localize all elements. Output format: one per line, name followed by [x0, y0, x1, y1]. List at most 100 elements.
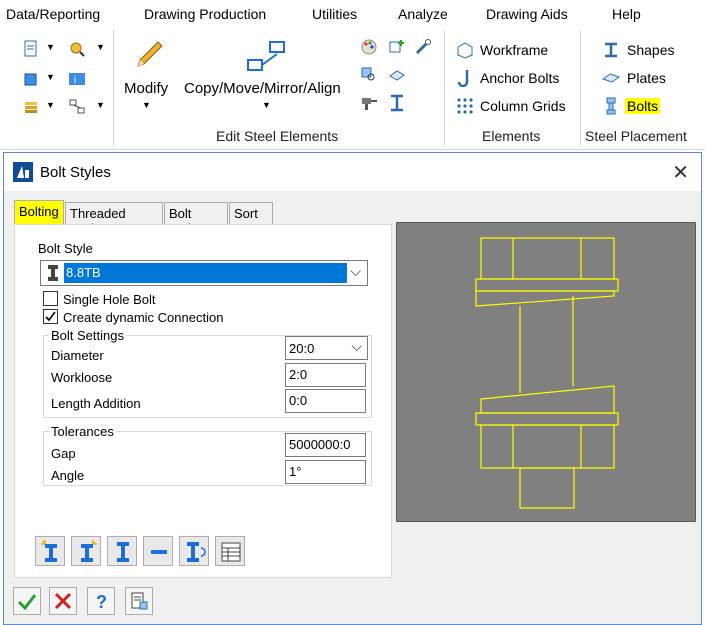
table-button[interactable] — [215, 536, 245, 566]
plates-button[interactable]: Plates — [627, 70, 666, 86]
document-export-icon — [131, 592, 148, 610]
info-icon[interactable]: i — [68, 70, 86, 88]
document-icon[interactable] — [22, 40, 40, 58]
shapes-button[interactable]: Shapes — [627, 42, 674, 58]
minus-icon — [151, 550, 167, 554]
column-grids-button[interactable]: Column Grids — [480, 98, 566, 114]
menu-drawing-aids[interactable]: Drawing Aids — [486, 6, 568, 22]
modify-button[interactable]: Modify — [124, 80, 168, 97]
angle-label: Angle — [51, 468, 85, 483]
menu-drawing-production[interactable]: Drawing Production — [144, 6, 266, 22]
gap-label: Gap — [51, 446, 76, 461]
help-button[interactable]: ? — [87, 587, 115, 615]
workframe-button[interactable]: Workframe — [480, 42, 548, 58]
drill-icon[interactable] — [360, 94, 378, 112]
copy-move-mirror-align-button[interactable]: Copy/Move/Mirror/Align — [184, 80, 341, 97]
bolt-settings-title: Bolt Settings — [49, 328, 126, 343]
rotate-bolt-icon — [187, 542, 206, 562]
help-icon: ? — [96, 592, 107, 611]
pencil-icon[interactable] — [130, 38, 166, 74]
bolt-style-value: 8.8TB — [64, 263, 347, 283]
column-grid-icon — [457, 98, 473, 114]
cube-icon[interactable] — [22, 70, 40, 88]
diameter-select[interactable]: 20:0 ⌵ — [285, 336, 368, 360]
search-icon[interactable] — [68, 40, 86, 58]
dynamic-connection-checkbox[interactable] — [43, 309, 58, 324]
delete-bolt-style-button[interactable] — [143, 536, 173, 566]
bolt-style-select[interactable]: 8.8TB ⌵ — [40, 260, 368, 286]
menu-utilities[interactable]: Utilities — [312, 6, 357, 22]
hierarchy-icon[interactable] — [68, 98, 86, 116]
tab-threaded-rods[interactable]: Threaded Rods — [65, 202, 163, 236]
new-bolt-icon — [41, 540, 57, 562]
tab-sort[interactable]: Sort — [229, 202, 273, 224]
diameter-label: Diameter — [51, 348, 104, 363]
dropdown-arrow-icon[interactable]: ▼ — [46, 100, 55, 110]
menu-analyze[interactable]: Analyze — [398, 6, 448, 22]
bolt-preview — [396, 222, 696, 522]
export-button[interactable] — [125, 587, 153, 615]
steel-placement-group: Steel Placement — [585, 128, 687, 144]
copy-bolt-style-button[interactable] — [71, 536, 101, 566]
edit-steel-elements-group: Edit Steel Elements — [216, 128, 339, 144]
dropdown-arrow-icon[interactable]: ▼ — [142, 100, 151, 110]
copy-bolt-icon — [81, 540, 97, 562]
ribbon: ▼ ▼ ▼ ▼ i ▼ Modify ▼ Copy/Move/Mirror/Al… — [0, 28, 705, 150]
bolt-style-label: Bolt Style — [38, 241, 93, 256]
tolerances-title: Tolerances — [49, 424, 116, 439]
add-element-icon[interactable] — [388, 38, 406, 56]
length-addition-label: Length Addition — [51, 396, 141, 411]
palette-icon[interactable] — [360, 38, 378, 56]
workloose-input[interactable]: 2:0 — [285, 363, 366, 387]
checkmark-icon — [45, 311, 56, 322]
angle-input[interactable]: 1° — [285, 460, 366, 484]
bolt-preview-drawing — [475, 237, 619, 509]
anchor-bolt-icon — [457, 70, 469, 87]
chevron-down-icon[interactable]: ⌵ — [351, 338, 362, 355]
menu-help[interactable]: Help — [612, 6, 641, 22]
dropdown-arrow-icon[interactable]: ▼ — [96, 42, 105, 52]
tab-bolting[interactable]: Bolting — [14, 200, 64, 225]
chevron-down-icon[interactable]: ⌵ — [350, 263, 361, 280]
bolting-panel: Bolt Style 8.8TB ⌵ Single Hole Bolt Crea… — [14, 224, 392, 578]
new-bolt-style-button[interactable] — [35, 536, 65, 566]
layers-icon[interactable] — [22, 98, 40, 116]
cancel-icon — [54, 592, 72, 610]
rotate-bolt-button[interactable] — [179, 536, 209, 566]
dropdown-arrow-icon[interactable]: ▼ — [262, 100, 271, 110]
edit-bolt-style-button[interactable] — [107, 536, 137, 566]
workframe-icon — [457, 42, 473, 59]
single-hole-checkbox[interactable] — [43, 291, 58, 306]
app-logo-icon — [13, 162, 33, 182]
cancel-button[interactable] — [49, 587, 77, 615]
menu-data-reporting[interactable]: Data/Reporting — [6, 6, 100, 22]
workloose-label: Workloose — [51, 370, 113, 385]
dialog-titlebar[interactable]: Bolt Styles ✕ — [4, 153, 701, 191]
gap-input[interactable]: 5000000:0 — [285, 433, 366, 457]
dropdown-arrow-icon[interactable]: ▼ — [96, 100, 105, 110]
copy-move-icon[interactable] — [244, 40, 288, 74]
dynamic-connection-label: Create dynamic Connection — [63, 310, 224, 325]
ok-button[interactable] — [13, 587, 41, 615]
plate-icon[interactable] — [388, 66, 406, 84]
tab-bolt-style[interactable]: Bolt Style — [164, 202, 228, 236]
anchor-bolts-button[interactable]: Anchor Bolts — [480, 70, 559, 86]
inspect-icon[interactable] — [360, 66, 378, 84]
bolts-button[interactable]: Bolts — [625, 98, 661, 114]
close-icon[interactable]: ✕ — [672, 160, 689, 185]
dropdown-arrow-icon[interactable]: ▼ — [46, 72, 55, 82]
table-icon — [221, 542, 241, 562]
single-hole-label: Single Hole Bolt — [63, 292, 156, 307]
svg-text:?: ? — [96, 592, 107, 611]
length-addition-input[interactable]: 0:0 — [285, 389, 366, 413]
elements-group: Elements — [482, 128, 541, 144]
shapes-icon — [605, 42, 617, 58]
dropdown-arrow-icon[interactable]: ▼ — [46, 42, 55, 52]
beam-icon[interactable] — [388, 94, 406, 112]
checkmark-icon — [17, 594, 37, 611]
svg-text:i: i — [74, 75, 76, 86]
plates-icon — [602, 73, 620, 83]
pipe-icon[interactable] — [414, 38, 432, 56]
diameter-value: 20:0 — [289, 341, 315, 356]
bolt-styles-dialog: Bolt Styles ✕ Bolting Threaded Rods Bolt… — [3, 152, 702, 625]
